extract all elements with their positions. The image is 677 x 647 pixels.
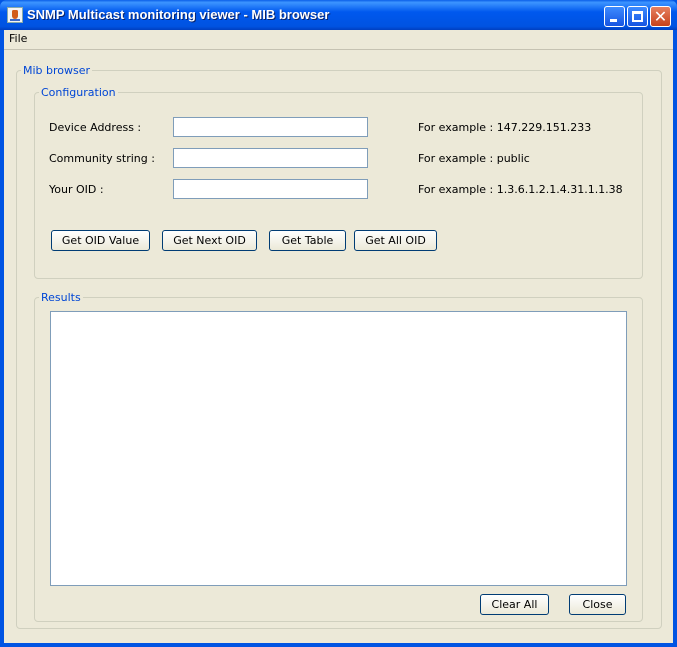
app-window: SNMP Multicast monitoring viewer - MIB b… — [0, 0, 677, 647]
client-area: File Mib browser Configuration Device Ad… — [4, 30, 673, 643]
community-string-example: For example : public — [418, 152, 530, 165]
oid-label: Your OID : — [49, 183, 104, 196]
results-title: Results — [41, 291, 81, 304]
get-all-oid-button[interactable]: Get All OID — [354, 230, 437, 251]
get-oid-value-button[interactable]: Get OID Value — [51, 230, 150, 251]
configuration-title: Configuration — [41, 86, 116, 99]
community-string-label: Community string : — [49, 152, 155, 165]
clear-all-button[interactable]: Clear All — [480, 594, 549, 615]
minimize-icon — [610, 19, 617, 22]
get-table-button[interactable]: Get Table — [269, 230, 346, 251]
oid-example: For example : 1.3.6.1.2.1.4.31.1.1.38 — [418, 183, 623, 196]
close-icon: ✕ — [653, 7, 668, 26]
community-string-input[interactable] — [173, 148, 368, 168]
java-cup-icon[interactable] — [7, 7, 23, 23]
device-address-label: Device Address : — [49, 121, 142, 134]
device-address-example: For example : 147.229.151.233 — [418, 121, 592, 134]
menu-file[interactable]: File — [9, 32, 27, 45]
maximize-icon — [632, 11, 643, 22]
menu-bar: File — [4, 30, 673, 50]
close-window-button[interactable]: ✕ — [650, 6, 671, 27]
title-bar[interactable]: SNMP Multicast monitoring viewer - MIB b… — [0, 0, 677, 30]
device-address-input[interactable] — [173, 117, 368, 137]
oid-input[interactable] — [173, 179, 368, 199]
window-title: SNMP Multicast monitoring viewer - MIB b… — [27, 7, 330, 22]
results-text-area[interactable] — [50, 311, 627, 586]
maximize-button[interactable] — [627, 6, 648, 27]
close-button[interactable]: Close — [569, 594, 626, 615]
mib-browser-title: Mib browser — [23, 64, 91, 77]
minimize-button[interactable] — [604, 6, 625, 27]
get-next-oid-button[interactable]: Get Next OID — [162, 230, 257, 251]
